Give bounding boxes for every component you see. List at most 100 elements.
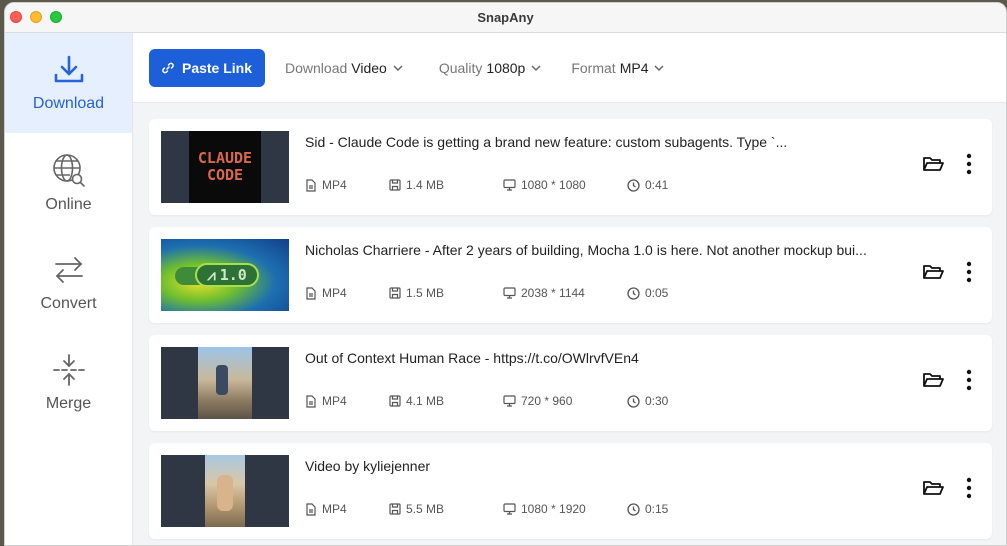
card-actions [922,153,972,175]
dropdown-value: MP4 [619,59,649,76]
folder-open-icon[interactable] [922,371,944,389]
save-icon [389,503,401,515]
video-thumbnail[interactable] [161,455,289,527]
video-card: Out of Context Human Race - https://t.co… [149,335,992,431]
globe-search-icon [52,154,85,187]
monitor-icon [503,395,516,407]
window-title: SnapAny [477,10,534,25]
traffic-lights [10,11,62,23]
format-dropdown[interactable]: Format MP4 [571,60,666,76]
clock-icon [627,502,640,516]
video-thumbnail[interactable] [161,347,289,419]
video-title: Out of Context Human Race - https://t.co… [305,350,639,366]
card-actions [922,261,972,283]
merge-icon [52,354,85,386]
dropdown-label: Format [571,59,616,76]
toolbar: Paste Link Download Video Quality 1080p … [133,33,1006,103]
title-bar: SnapAny [5,3,1006,33]
video-thumbnail[interactable]: ⩘ 1.0 [161,239,289,311]
paste-link-label: Paste Link [181,59,253,76]
card-actions [922,369,972,391]
dropdown-value: 1080p [486,59,526,76]
sidebar-item-label: Merge [45,395,92,412]
video-resolution: 1080 * 1080 [521,178,586,192]
sidebar-item-convert[interactable]: Convert [5,233,132,333]
video-format: MP4 [322,394,347,408]
video-size: 5.5 MB [406,502,445,516]
save-icon [389,179,401,191]
sidebar-item-merge[interactable]: Merge [5,333,132,433]
sidebar-item-download[interactable]: Download [5,33,132,133]
video-meta: MP4 1.4 MB 1080 * 1080 0:41 [305,178,992,194]
dropdown-value: Video [351,59,387,76]
video-meta: MP4 1.5 MB 2038 * 1144 0:05 [305,286,992,302]
sidebar: Download Online Convert Merge [5,33,133,545]
video-list: CLAUDE CODE Sid - Claude Code is getting… [133,103,1006,539]
app-window: SnapAny Download Online Convert Merge Pa… [4,2,1007,546]
minimize-window-button[interactable] [30,11,42,23]
clock-icon [627,394,640,408]
chevron-down-icon [654,64,665,71]
sidebar-item-online[interactable]: Online [5,133,132,233]
thumbnail-text: 1.0 [219,266,247,284]
video-title: Video by kyliejenner [305,458,431,474]
clock-icon [627,178,640,192]
video-resolution: 1080 * 1920 [521,502,586,516]
convert-arrows-icon [54,257,83,283]
close-window-button[interactable] [10,11,22,23]
download-icon [54,55,83,83]
file-icon [306,178,316,192]
dropdown-label: Quality [438,59,483,76]
file-icon [306,286,316,300]
more-options-icon[interactable] [966,477,972,499]
video-duration: 0:41 [645,178,669,192]
video-duration: 0:15 [645,502,669,516]
main-panel: Paste Link Download Video Quality 1080p … [133,33,1006,545]
sidebar-item-label: Online [45,196,92,213]
video-card: CLAUDE CODE Sid - Claude Code is getting… [149,119,992,215]
video-meta: MP4 5.5 MB 1080 * 1920 0:15 [305,502,992,518]
file-icon [306,502,316,516]
video-format: MP4 [322,286,347,300]
thumbnail-text: CODE [206,166,244,184]
folder-open-icon[interactable] [922,479,944,497]
thumbnail-text: CLAUDE [197,149,253,167]
video-thumbnail[interactable]: CLAUDE CODE [161,131,289,203]
video-size: 1.4 MB [406,178,445,192]
folder-open-icon[interactable] [922,263,944,281]
video-title: Sid - Claude Code is getting a brand new… [305,134,788,150]
video-resolution: 2038 * 1144 [521,286,585,300]
video-format: MP4 [322,178,347,192]
video-card: ⩘ 1.0 Nicholas Charriere - After 2 years … [149,227,992,323]
chevron-down-icon [531,64,541,71]
download-type-dropdown[interactable]: Download Video [285,60,405,76]
video-duration: 0:05 [645,286,669,300]
video-duration: 0:30 [645,394,669,408]
zoom-window-button[interactable] [50,11,62,23]
video-format: MP4 [322,502,347,516]
more-options-icon[interactable] [966,153,972,175]
video-card: Video by kyliejenner MP4 5.5 MB 1080 * 1… [149,443,992,539]
video-meta: MP4 4.1 MB 720 * 960 0:30 [305,394,992,410]
monitor-icon [503,179,516,191]
save-icon [389,395,401,407]
sidebar-item-label: Download [32,95,105,112]
sidebar-item-label: Convert [40,295,97,312]
video-size: 1.5 MB [406,286,445,300]
save-icon [389,287,401,299]
quality-dropdown[interactable]: Quality 1080p [439,60,544,76]
folder-open-icon[interactable] [922,155,944,173]
video-size: 4.1 MB [406,394,445,408]
monitor-icon [503,287,516,299]
dropdown-label: Download [285,59,348,76]
paste-link-button[interactable]: Paste Link [149,48,265,87]
more-options-icon[interactable] [966,369,972,391]
video-resolution: 720 * 960 [521,394,573,408]
monitor-icon [503,503,516,515]
link-icon [162,62,174,73]
clock-icon [627,286,640,300]
file-icon [306,394,316,408]
more-options-icon[interactable] [966,261,972,283]
video-title: Nicholas Charriere - After 2 years of bu… [305,242,867,258]
card-actions [922,477,972,499]
